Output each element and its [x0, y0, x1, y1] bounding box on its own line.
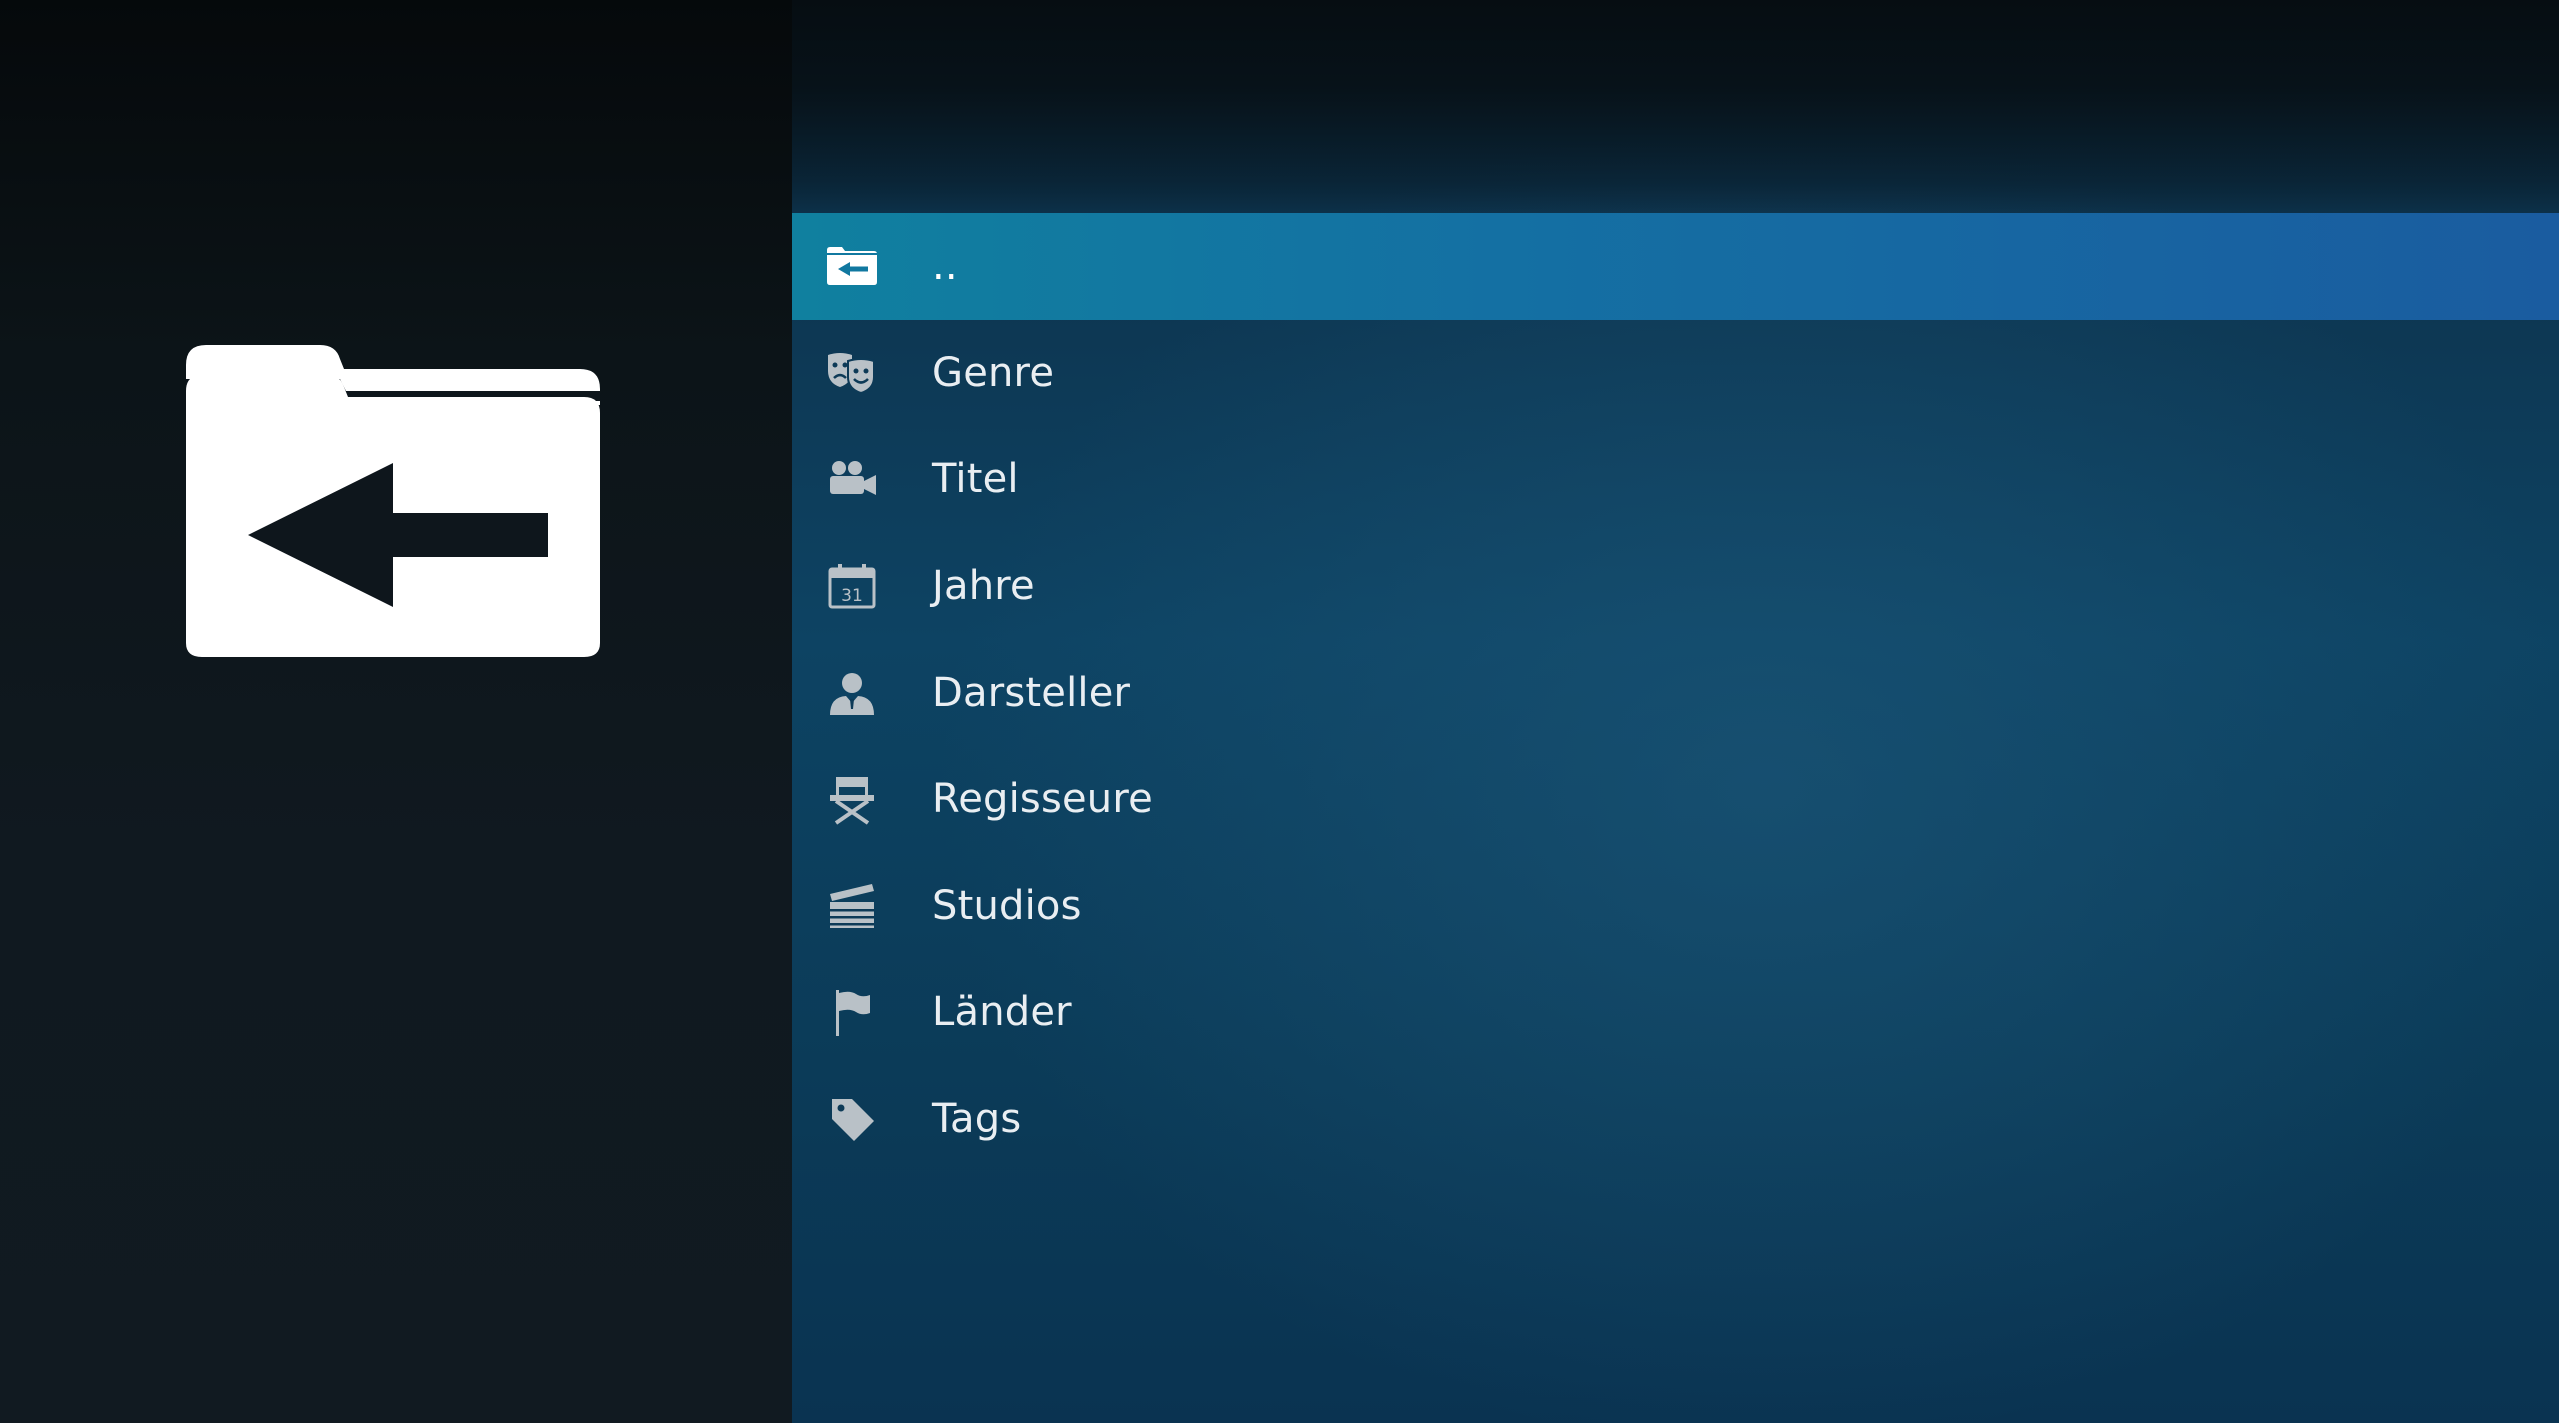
list-item-label: Tags	[932, 1096, 1022, 1143]
theater-masks-icon	[822, 343, 882, 403]
list-item-studios[interactable]: Studios	[792, 853, 2559, 960]
library-nodes-list: .. Genre Titel 31 Jahre Darsteller Regis…	[792, 213, 2559, 1172]
folder-back-icon	[822, 236, 882, 296]
list-item-titel[interactable]: Titel	[792, 426, 2559, 533]
header-shade	[792, 0, 2559, 214]
list-item-label: Jahre	[932, 563, 1035, 610]
list-item-label: Länder	[932, 989, 1072, 1036]
list-item-jahre[interactable]: 31 Jahre	[792, 533, 2559, 640]
list-item-label: Darsteller	[932, 669, 1131, 716]
svg-text:31: 31	[841, 586, 863, 606]
folder-back-icon	[180, 335, 610, 665]
library-list-panel: .. Genre Titel 31 Jahre Darsteller Regis…	[792, 0, 2559, 1423]
list-item-tags[interactable]: Tags	[792, 1066, 2559, 1173]
list-item-parent-folder[interactable]: ..	[792, 213, 2559, 320]
tag-icon	[822, 1089, 882, 1149]
actor-person-icon	[822, 663, 882, 723]
clapperboard-icon	[822, 876, 882, 936]
list-item-label: Titel	[932, 456, 1019, 503]
list-item-label: Studios	[932, 882, 1082, 929]
calendar-icon: 31	[822, 556, 882, 616]
list-item-label: ..	[932, 243, 958, 290]
list-item-laender[interactable]: Länder	[792, 959, 2559, 1066]
list-item-genre[interactable]: Genre	[792, 320, 2559, 427]
movie-camera-icon	[822, 449, 882, 509]
list-item-darsteller[interactable]: Darsteller	[792, 639, 2559, 746]
list-item-regisseure[interactable]: Regisseure	[792, 746, 2559, 853]
list-item-label: Regisseure	[932, 776, 1153, 823]
preview-panel	[0, 0, 792, 1423]
kodi-video-library-screen: .. Genre Titel 31 Jahre Darsteller Regis…	[0, 0, 2559, 1423]
list-item-label: Genre	[932, 349, 1055, 396]
director-chair-icon	[822, 769, 882, 829]
flag-icon	[822, 982, 882, 1042]
